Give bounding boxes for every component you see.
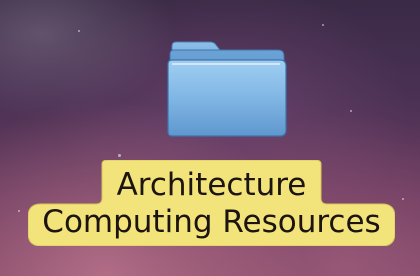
folder-name-label[interactable]: Architecture Computing Resources	[28, 160, 395, 246]
desktop-background: Architecture Computing Resources	[0, 0, 420, 276]
folder-icon[interactable]	[160, 34, 292, 138]
folder-name-line-2: Computing Resources	[42, 204, 381, 240]
folder-name-line-1: Architecture	[116, 167, 307, 203]
desktop-folder-item[interactable]: Architecture Computing Resources	[0, 0, 420, 276]
